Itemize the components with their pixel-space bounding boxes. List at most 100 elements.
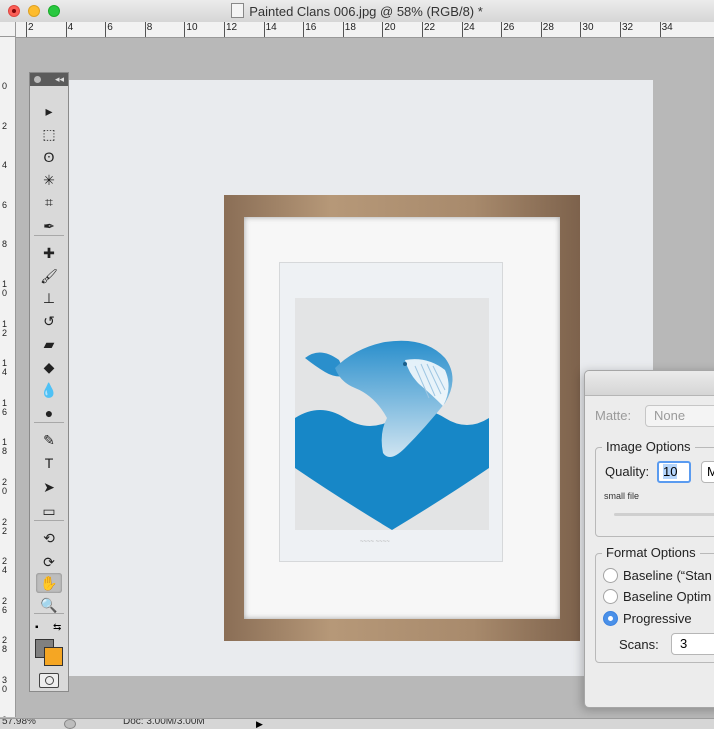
baseline-standard-radio[interactable] [603,568,618,583]
ruler-origin[interactable] [0,22,16,37]
swap-colors-icon[interactable]: ⇆ [53,622,61,633]
3d-orbit-tool[interactable]: ⟳ [36,552,62,572]
quality-preset-select[interactable]: M [701,461,714,483]
frame-mat: ~~~~ ~~~~ [244,217,560,619]
quality-value: 10 [663,464,678,479]
eyedropper-tool[interactable]: ✒ [36,216,62,236]
clone-stamp-icon: ⊥ [42,289,56,306]
hand-tool[interactable]: ✋ [36,573,62,593]
print-caption: ~~~~ ~~~~ [360,539,390,545]
ruler-left-label: 1 6 [2,397,8,417]
small-file-label: small file [604,491,640,501]
blur-tool[interactable]: 💧 [36,380,62,400]
jpeg-options-dialog: Matte: None Image Options Quality: 10 M … [584,370,714,708]
ruler-top-label: 6 [105,22,113,37]
eraser-tool[interactable]: ▰ [36,334,62,354]
close-panel-icon[interactable] [34,76,41,83]
vertical-ruler[interactable]: 0 2 4 6 8 1 0 1 2 1 4 1 6 1 8 2 0 2 2 2 4 2 6 2 8 3 0 3 … [0,37,16,717]
ruler-left-label: 2 2 [2,516,8,536]
ruler-top-label: 16 [303,22,317,37]
dodge-tool[interactable]: ● [36,403,62,423]
progressive-label: Progressive [623,611,692,626]
window-title: Painted Clans 006.jpg @ 58% (RGB/8) * [249,4,483,19]
background-color-swatch[interactable] [44,647,63,666]
3d-rotate-icon: ⟲ [43,529,55,546]
lasso-tool[interactable]: ʘ [36,147,62,167]
ruler-left-label: 1 8 [2,437,8,457]
history-brush-icon: ↺ [43,312,55,329]
ruler-top-label: 14 [263,22,277,37]
quality-input[interactable]: 10 [657,461,691,483]
tools-panel: ◂◂ ▸ ⬚ ʘ ✳ ⌗ ✒ ✚ 🖌 ⊥ ↺ ▰ ◆ 💧 ● ✎ T ➤ ▭ ⟲ ⟳ ✋ 🔍 ▪ ⇆ [29,72,69,692]
history-brush-tool[interactable]: ↺ [36,311,62,331]
scans-select[interactable]: 3 [671,633,714,655]
document-size: Doc: 3.00M/3.00M [123,718,205,727]
ruler-top-label: 2 [26,22,34,37]
dialog-title-bar[interactable] [585,371,714,396]
path-selection-icon: ➤ [43,478,55,495]
ruler-top-label: 12 [223,22,238,37]
ruler-top-label: 28 [540,22,554,37]
wooden-frame: ~~~~ ~~~~ [224,195,580,641]
ruler-left-label: 4 [2,160,8,171]
art-print: ~~~~ ~~~~ [279,262,503,562]
scans-label: Scans: [619,637,659,652]
ruler-left-label: 6 [2,199,8,210]
matte-select[interactable]: None [645,405,714,427]
move-tool[interactable]: ▸ [36,101,62,121]
ruler-left-label: 2 [2,120,8,131]
ruler-left-label: 0 [2,81,8,91]
ruler-left-label: 2 0 [2,477,8,496]
magic-wand-tool[interactable]: ✳ [36,170,62,190]
crop-tool[interactable]: ⌗ [36,192,62,212]
paint-bucket-icon: ◆ [43,358,55,375]
zoom-icon: 🔍 [40,596,58,613]
marquee-icon: ⬚ [42,125,56,142]
ruler-left-label: 2 4 [2,556,8,576]
ruler-top-label: 8 [144,22,153,37]
pen-icon: ✎ [43,431,55,448]
move-icon: ▸ [45,102,53,119]
ruler-left-label: 3 0 [2,675,8,694]
path-selection-tool[interactable]: ➤ [36,477,62,497]
tool-separator [34,520,64,521]
paint-bucket-tool[interactable]: ◆ [36,357,62,377]
progressive-radio[interactable] [603,611,618,626]
marquee-tool[interactable]: ⬚ [36,124,62,144]
magic-wand-icon: ✳ [43,171,55,188]
horizontal-ruler[interactable]: 2 4 6 8 10 12 14 16 18 20 22 24 26 28 30 32 34 [16,22,714,38]
ruler-left-label: 1 0 [2,279,8,298]
ruler-top-label: 24 [461,22,475,37]
quality-label: Quality: [605,464,650,479]
ruler-left-label: 1 2 [2,318,8,338]
quick-mask-button[interactable] [39,673,59,688]
clone-stamp-tool[interactable]: ⊥ [36,288,62,308]
brush-tool[interactable]: 🖌 [36,266,62,286]
ruler-left-label: 2 6 [2,595,8,615]
status-bar: 57.98% Doc: 3.00M/3.00M ▶ [0,718,714,729]
rectangle-tool[interactable]: ▭ [36,501,62,521]
zoom-tool[interactable]: 🔍 [36,595,62,615]
eraser-icon: ▰ [43,335,55,352]
blur-icon: 💧 [40,381,58,398]
tools-panel-header[interactable]: ◂◂ [30,73,68,86]
ruler-top-label: 4 [65,22,74,37]
3d-rotate-tool[interactable]: ⟲ [36,528,62,548]
ruler-top-label: 22 [421,22,436,37]
hand-icon: ✋ [40,574,58,591]
default-colors-icon[interactable]: ▪ [35,622,39,633]
brush-icon: 🖌 [40,267,58,284]
baseline-optimized-radio[interactable] [603,589,618,604]
quality-slider[interactable] [614,513,714,516]
ruler-left-label: 3 2 [2,715,10,717]
ruler-top-label: 26 [501,22,515,37]
ruler-top-label: 30 [580,22,594,37]
dodge-icon: ● [44,405,54,421]
format-options-title: Format Options [602,545,700,560]
ruler-top-label: 20 [382,22,396,37]
zoom-level[interactable]: 57.98% [2,719,36,727]
collapse-panel-icon[interactable]: ◂◂ [55,74,64,85]
type-tool[interactable]: T [36,453,62,473]
healing-brush-tool[interactable]: ✚ [36,243,62,263]
pen-tool[interactable]: ✎ [36,430,62,450]
